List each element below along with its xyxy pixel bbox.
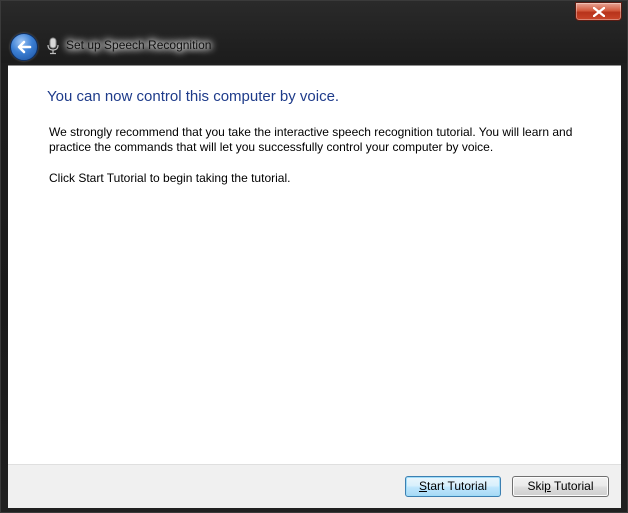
close-icon [593, 7, 605, 17]
title-bar [1, 1, 627, 63]
button-bar: Start Tutorial Skip Tutorial [8, 464, 621, 508]
start-tutorial-mnemonic: S [418, 479, 427, 493]
back-button[interactable] [10, 33, 38, 61]
page-heading: You can now control this computer by voi… [47, 88, 340, 105]
microphone-icon [47, 37, 59, 55]
close-button[interactable] [575, 2, 622, 21]
speech-setup-window: Set up Speech Recognition You can now co… [0, 0, 628, 513]
start-tutorial-button[interactable]: Start Tutorial [405, 476, 501, 497]
recommendation-text: We strongly recommend that you take the … [49, 125, 573, 154]
content-panel: You can now control this computer by voi… [8, 65, 621, 465]
skip-tutorial-label-end: Tutorial [550, 479, 594, 493]
instruction-text: Click Start Tutorial to begin taking the… [49, 171, 291, 185]
skip-tutorial-mnemonic: p [544, 479, 551, 493]
window-title: Set up Speech Recognition [66, 38, 212, 52]
skip-tutorial-label-start: Ski [527, 479, 545, 493]
back-arrow-icon [17, 40, 32, 54]
start-tutorial-label: tart Tutorial [426, 479, 488, 493]
skip-tutorial-button[interactable]: Skip Tutorial [512, 476, 609, 497]
